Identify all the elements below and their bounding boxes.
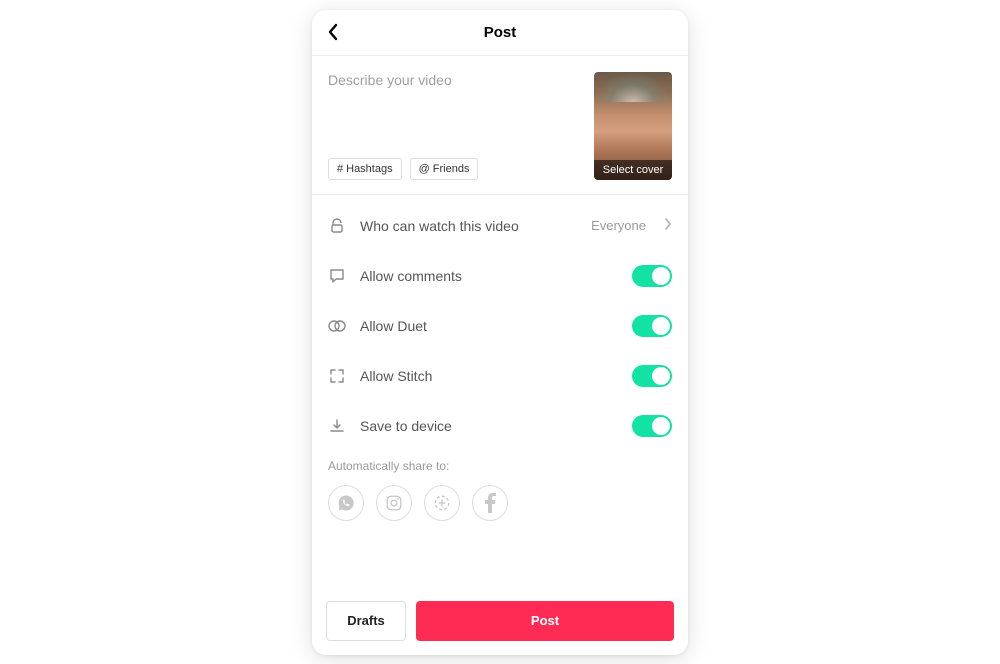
facebook-icon: [484, 493, 496, 513]
chevron-right-icon: [664, 217, 672, 235]
at-icon: @: [419, 163, 430, 175]
stitch-label: Allow Stitch: [360, 368, 618, 384]
duet-icon: [328, 317, 346, 335]
header: Post: [312, 10, 688, 56]
duet-label: Allow Duet: [360, 318, 618, 334]
hashtags-button[interactable]: # Hashtags: [328, 158, 402, 180]
share-section: Automatically share to:: [312, 459, 688, 521]
privacy-label: Who can watch this video: [360, 218, 577, 234]
hash-icon: #: [337, 163, 343, 175]
friends-label: Friends: [433, 163, 470, 175]
stories-icon: [433, 494, 451, 512]
share-stories[interactable]: [424, 485, 460, 521]
save-row: Save to device: [328, 401, 672, 451]
save-label: Save to device: [360, 418, 618, 434]
drafts-button[interactable]: Drafts: [326, 601, 406, 641]
stitch-toggle[interactable]: [632, 365, 672, 387]
page-title: Post: [484, 24, 517, 41]
instagram-icon: [385, 494, 403, 512]
cover-thumbnail[interactable]: Select cover: [594, 72, 672, 180]
share-label: Automatically share to:: [328, 459, 672, 473]
caption-input[interactable]: Describe your video: [328, 72, 582, 132]
chevron-left-icon: [326, 23, 340, 41]
back-button[interactable]: [326, 23, 340, 41]
hashtags-label: Hashtags: [346, 163, 392, 175]
comments-label: Allow comments: [360, 268, 618, 284]
stitch-icon: [328, 367, 346, 385]
privacy-row[interactable]: Who can watch this video Everyone: [328, 201, 672, 251]
duet-toggle[interactable]: [632, 315, 672, 337]
download-icon: [328, 417, 346, 435]
share-whatsapp[interactable]: [328, 485, 364, 521]
settings-list: Who can watch this video Everyone Allow …: [312, 195, 688, 451]
lock-icon: [328, 217, 346, 235]
caption-area: Describe your video # Hashtags @ Friends…: [312, 56, 688, 195]
comment-icon: [328, 267, 346, 285]
caption-left: Describe your video # Hashtags @ Friends: [328, 72, 582, 180]
share-instagram[interactable]: [376, 485, 412, 521]
whatsapp-icon: [337, 494, 355, 512]
share-facebook[interactable]: [472, 485, 508, 521]
footer: Drafts Post: [312, 589, 688, 655]
post-screen: Post Describe your video # Hashtags @ Fr…: [312, 10, 688, 655]
save-toggle[interactable]: [632, 415, 672, 437]
select-cover-label: Select cover: [594, 160, 672, 180]
friends-button[interactable]: @ Friends: [410, 158, 479, 180]
duet-row: Allow Duet: [328, 301, 672, 351]
post-button[interactable]: Post: [416, 601, 674, 641]
stitch-row: Allow Stitch: [328, 351, 672, 401]
comments-toggle[interactable]: [632, 265, 672, 287]
comments-row: Allow comments: [328, 251, 672, 301]
tag-row: # Hashtags @ Friends: [328, 158, 582, 180]
privacy-value: Everyone: [591, 218, 646, 233]
share-icons: [328, 485, 672, 521]
